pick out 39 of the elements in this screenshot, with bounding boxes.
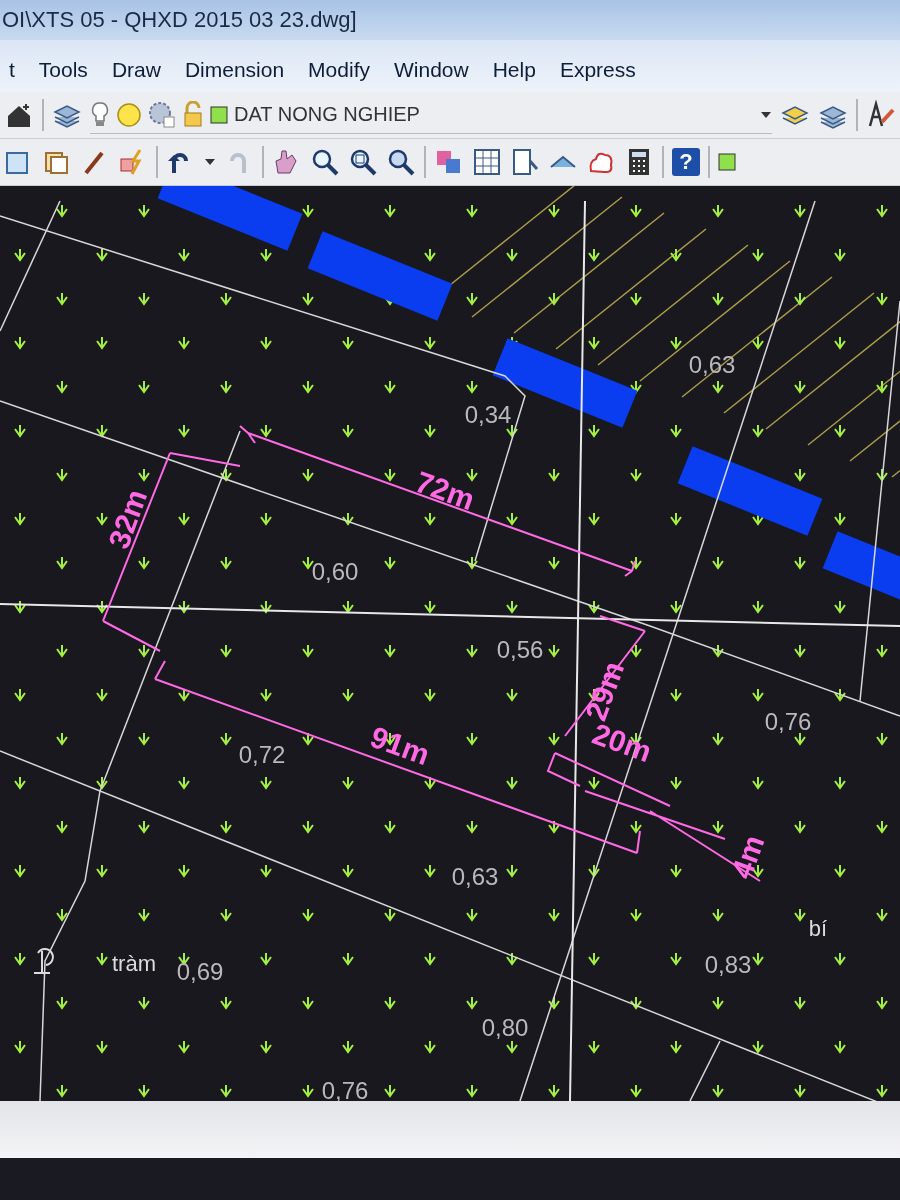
dimension-label: 32m: [101, 484, 154, 553]
menu-item[interactable]: Window: [384, 58, 478, 82]
area-label: 0,60: [311, 558, 359, 585]
area-label: 0,76: [764, 708, 812, 735]
sheet-icon[interactable]: [510, 147, 540, 177]
tree-symbol-icon: [33, 948, 54, 974]
dimension-label: 72m: [411, 464, 480, 517]
gear-icon[interactable]: [148, 100, 176, 129]
area-label: 0,80: [481, 1014, 529, 1041]
zoom-icon[interactable]: [386, 147, 416, 177]
menu-item[interactable]: Express: [550, 58, 645, 82]
map-note: bí: [808, 916, 828, 941]
area-label: 0,63: [451, 863, 499, 890]
help-button[interactable]: ?: [672, 148, 700, 176]
area-label: 0,69: [176, 958, 224, 985]
sun-icon[interactable]: [116, 101, 142, 128]
caret-icon[interactable]: [760, 110, 772, 119]
menu-item[interactable]: Modify: [299, 58, 379, 82]
dimension-label: 4m: [724, 830, 771, 883]
zoom-icon[interactable]: [310, 147, 340, 177]
area-label: 0,83: [704, 951, 752, 978]
window-title: OI\XTS 05 - QHXD 2015 03 23.dwg]: [2, 7, 357, 33]
dimension-label: 29m: [578, 656, 631, 725]
map-note: tràm: [112, 951, 156, 976]
grid-icon[interactable]: [472, 147, 502, 177]
area-label: 0,34: [464, 401, 512, 428]
color-swatch-icon[interactable]: [718, 153, 736, 171]
color-swatch-icon[interactable]: [210, 105, 228, 124]
menu-item[interactable]: t: [0, 58, 24, 82]
area-label: 0,56: [496, 636, 544, 663]
area-label: 0,72: [238, 741, 286, 768]
menu-item[interactable]: Tools: [29, 58, 97, 82]
menu-item[interactable]: Draw: [102, 58, 170, 82]
layer-name: DAT NONG NGHIEP: [234, 103, 421, 126]
caret-icon[interactable]: [204, 158, 216, 166]
dimension-label: 91m: [366, 719, 435, 772]
menu-item[interactable]: Help: [483, 58, 545, 82]
zoom-icon[interactable]: [348, 147, 378, 177]
menu-item[interactable]: Dimension: [175, 58, 294, 82]
